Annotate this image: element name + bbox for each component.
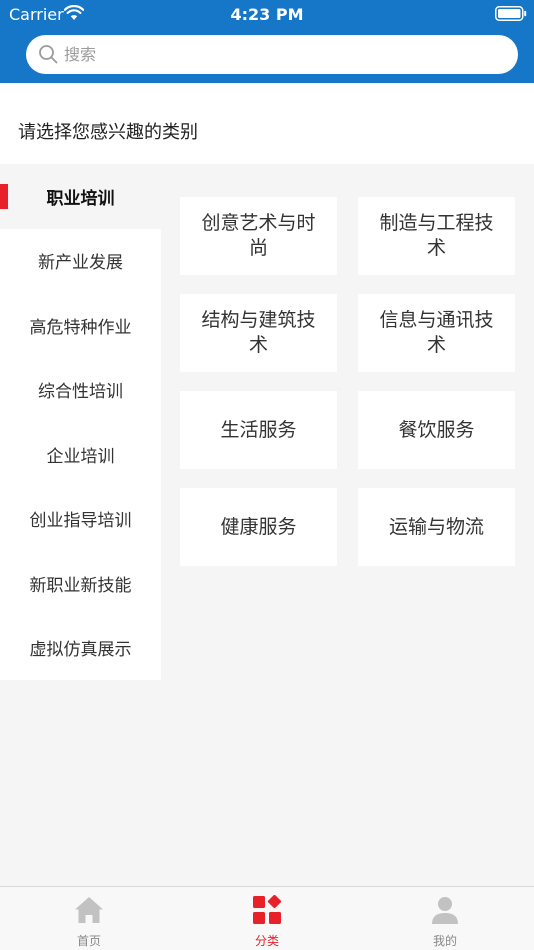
tab-bar: 首页 分类 我的 [0, 886, 534, 950]
sidebar-item-high-risk-operations[interactable]: 高危特种作业 [0, 293, 161, 358]
category-card-logistics[interactable]: 运输与物流 [358, 488, 515, 566]
search-icon [39, 45, 58, 64]
category-card-label: 制造与工程技术 [379, 212, 494, 259]
category-card-label: 餐饮服务 [398, 418, 475, 441]
category-card-catering[interactable]: 餐饮服务 [358, 391, 515, 469]
tab-label: 首页 [76, 934, 101, 948]
category-card-health[interactable]: 健康服务 [180, 488, 337, 566]
sidebar-item-vocational-training[interactable]: 职业培训 [0, 164, 161, 229]
category-card-label: 信息与通讯技术 [379, 309, 494, 356]
sidebar-item-label: 虚拟仿真展示 [29, 640, 132, 661]
sidebar-item-label: 企业培训 [46, 446, 115, 467]
tab-home[interactable]: 首页 [0, 887, 178, 950]
sidebar-item-label: 高危特种作业 [29, 317, 132, 338]
category-card-manufacturing[interactable]: 制造与工程技术 [358, 197, 515, 275]
home-icon [75, 897, 103, 923]
status-bar: Carrier 4:23 PM [0, 0, 534, 28]
active-indicator [0, 184, 8, 209]
category-sidebar: 职业培训 新产业发展 高危特种作业 综合性培训 企业培训 创业指导培训 新职业新… [0, 164, 161, 680]
sidebar-item-entrepreneurship-training[interactable]: 创业指导培训 [0, 486, 161, 551]
sidebar-item-comprehensive-training[interactable]: 综合性培训 [0, 357, 161, 422]
category-card-label: 健康服务 [220, 515, 297, 538]
battery-icon [495, 6, 527, 21]
category-card-label: 创意艺术与时尚 [201, 212, 316, 259]
header: Carrier 4:23 PM [0, 0, 534, 83]
tab-category[interactable]: 分类 [178, 887, 356, 950]
category-card-life-services[interactable]: 生活服务 [180, 391, 337, 469]
category-card-label: 运输与物流 [388, 515, 484, 538]
sidebar-item-label: 创业指导培训 [29, 511, 132, 532]
sidebar-item-enterprise-training[interactable]: 企业培训 [0, 422, 161, 487]
category-card-construction[interactable]: 结构与建筑技术 [180, 294, 337, 372]
tab-label: 分类 [254, 934, 279, 948]
tab-mine[interactable]: 我的 [356, 887, 534, 950]
user-icon [432, 897, 458, 924]
category-prompt: 请选择您感兴趣的类别 [18, 122, 198, 143]
category-card-creative-arts[interactable]: 创意艺术与时尚 [180, 197, 337, 275]
category-icon [253, 895, 282, 924]
sidebar-item-new-industry[interactable]: 新产业发展 [0, 228, 161, 293]
search-input[interactable] [64, 35, 504, 74]
sidebar-item-label: 新职业新技能 [29, 575, 132, 596]
prompt-area: 请选择您感兴趣的类别 [0, 83, 534, 164]
sidebar-item-new-skills[interactable]: 新职业新技能 [0, 551, 161, 616]
sidebar-item-label: 职业培训 [46, 188, 115, 209]
search-bar[interactable] [26, 35, 518, 74]
category-card-label: 结构与建筑技术 [201, 309, 316, 356]
category-card-ict[interactable]: 信息与通讯技术 [358, 294, 515, 372]
sidebar-item-virtual-simulation[interactable]: 虚拟仿真展示 [0, 615, 161, 680]
clock: 4:23 PM [230, 5, 304, 24]
category-card-label: 生活服务 [220, 418, 297, 441]
tab-label: 我的 [432, 934, 457, 948]
sidebar-item-label: 综合性培训 [38, 382, 123, 403]
sidebar-item-label: 新产业发展 [38, 253, 123, 274]
